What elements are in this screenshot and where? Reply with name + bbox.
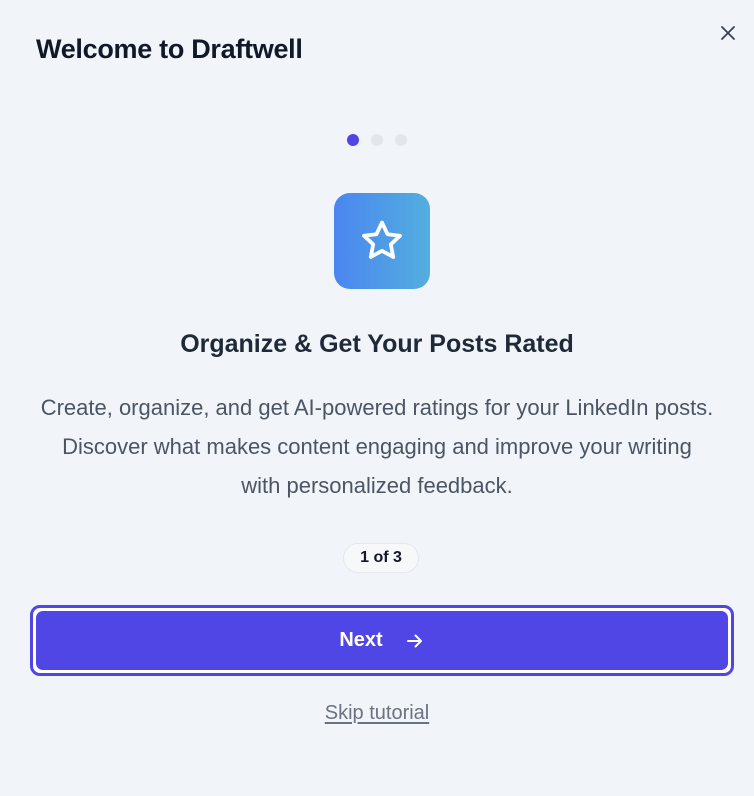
step-counter-badge: 1 of 3 xyxy=(343,543,419,573)
star-icon xyxy=(362,220,402,259)
step-dot-2[interactable] xyxy=(371,134,383,146)
dialog-title: Welcome to Draftwell xyxy=(36,34,303,64)
close-icon xyxy=(721,26,735,40)
feature-icon-tile xyxy=(334,193,430,289)
welcome-dialog: Welcome to Draftwell Organize & Get Your… xyxy=(0,0,754,796)
step-dot-3[interactable] xyxy=(395,134,407,146)
step-dot-1[interactable] xyxy=(347,134,359,146)
arrow-right-icon xyxy=(406,634,422,647)
next-button-label: Next xyxy=(339,629,383,651)
step-heading: Organize & Get Your Posts Rated xyxy=(180,330,574,358)
step-description: Create, organize, and get AI-powered rat… xyxy=(40,395,714,498)
close-button[interactable] xyxy=(716,21,740,45)
next-button-body[interactable]: Next xyxy=(36,611,728,670)
step-indicator xyxy=(0,134,754,146)
next-button[interactable]: Next xyxy=(30,605,734,676)
skip-tutorial-link[interactable]: Skip tutorial xyxy=(0,702,754,725)
